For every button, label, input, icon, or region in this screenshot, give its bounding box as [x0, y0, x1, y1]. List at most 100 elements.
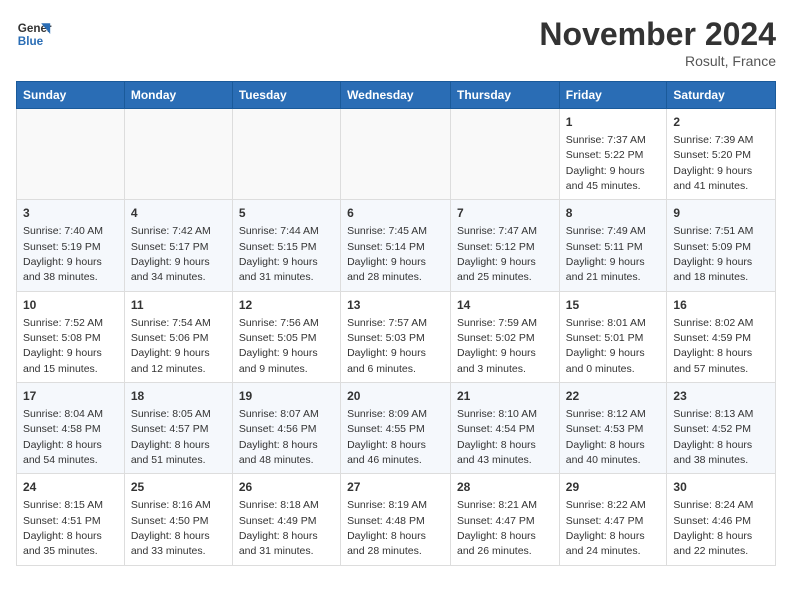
day-number: 27	[347, 479, 444, 496]
day-number: 5	[239, 205, 334, 222]
day-cell: 9 Sunrise: 7:51 AMSunset: 5:09 PMDaylight…	[667, 200, 776, 291]
day-detail: Sunrise: 7:39 AMSunset: 5:20 PMDaylight:…	[673, 134, 753, 192]
day-detail: Sunrise: 7:40 AMSunset: 5:19 PMDaylight:…	[23, 225, 103, 283]
day-cell: 18 Sunrise: 8:05 AMSunset: 4:57 PMDayligh…	[124, 383, 232, 474]
day-cell: 2 Sunrise: 7:39 AMSunset: 5:20 PMDaylight…	[667, 109, 776, 200]
day-cell: 28 Sunrise: 8:21 AMSunset: 4:47 PMDayligh…	[451, 474, 560, 565]
day-detail: Sunrise: 8:13 AMSunset: 4:52 PMDaylight:…	[673, 408, 753, 466]
day-cell: 23 Sunrise: 8:13 AMSunset: 4:52 PMDayligh…	[667, 383, 776, 474]
day-detail: Sunrise: 7:47 AMSunset: 5:12 PMDaylight:…	[457, 225, 537, 283]
day-detail: Sunrise: 7:45 AMSunset: 5:14 PMDaylight:…	[347, 225, 427, 283]
day-detail: Sunrise: 7:44 AMSunset: 5:15 PMDaylight:…	[239, 225, 319, 283]
day-number: 20	[347, 388, 444, 405]
day-number: 12	[239, 297, 334, 314]
day-number: 4	[131, 205, 226, 222]
day-cell: 15 Sunrise: 8:01 AMSunset: 5:01 PMDayligh…	[559, 291, 667, 382]
day-cell: 12 Sunrise: 7:56 AMSunset: 5:05 PMDayligh…	[232, 291, 340, 382]
day-number: 2	[673, 114, 769, 131]
day-cell: 21 Sunrise: 8:10 AMSunset: 4:54 PMDayligh…	[451, 383, 560, 474]
day-number: 26	[239, 479, 334, 496]
day-detail: Sunrise: 7:52 AMSunset: 5:08 PMDaylight:…	[23, 317, 103, 375]
day-number: 9	[673, 205, 769, 222]
day-number: 23	[673, 388, 769, 405]
day-number: 17	[23, 388, 118, 405]
day-cell: 5 Sunrise: 7:44 AMSunset: 5:15 PMDaylight…	[232, 200, 340, 291]
day-detail: Sunrise: 8:18 AMSunset: 4:49 PMDaylight:…	[239, 499, 319, 557]
title-section: November 2024 Rosult, France	[539, 16, 776, 69]
day-cell: 6 Sunrise: 7:45 AMSunset: 5:14 PMDaylight…	[341, 200, 451, 291]
day-detail: Sunrise: 8:04 AMSunset: 4:58 PMDaylight:…	[23, 408, 103, 466]
day-number: 18	[131, 388, 226, 405]
header-row: SundayMondayTuesdayWednesdayThursdayFrid…	[17, 82, 776, 109]
col-header-monday: Monday	[124, 82, 232, 109]
month-title: November 2024	[539, 16, 776, 53]
col-header-sunday: Sunday	[17, 82, 125, 109]
day-detail: Sunrise: 8:22 AMSunset: 4:47 PMDaylight:…	[566, 499, 646, 557]
logo: General Blue	[16, 16, 52, 52]
day-number: 10	[23, 297, 118, 314]
day-cell: 20Sunrise: 8:09 AMSunset: 4:55 PMDayligh…	[341, 383, 451, 474]
col-header-wednesday: Wednesday	[341, 82, 451, 109]
day-number: 6	[347, 205, 444, 222]
day-detail: Sunrise: 8:05 AMSunset: 4:57 PMDaylight:…	[131, 408, 211, 466]
day-cell	[17, 109, 125, 200]
day-number: 28	[457, 479, 553, 496]
day-detail: Sunrise: 8:07 AMSunset: 4:56 PMDaylight:…	[239, 408, 319, 466]
svg-text:Blue: Blue	[18, 35, 44, 48]
day-detail: Sunrise: 8:15 AMSunset: 4:51 PMDaylight:…	[23, 499, 103, 557]
day-cell: 30 Sunrise: 8:24 AMSunset: 4:46 PMDayligh…	[667, 474, 776, 565]
day-cell: 4Sunrise: 7:42 AMSunset: 5:17 PMDaylight…	[124, 200, 232, 291]
day-cell: 1 Sunrise: 7:37 AMSunset: 5:22 PMDaylight…	[559, 109, 667, 200]
day-detail: Sunrise: 8:16 AMSunset: 4:50 PMDaylight:…	[131, 499, 211, 557]
col-header-thursday: Thursday	[451, 82, 560, 109]
day-number: 15	[566, 297, 661, 314]
day-detail: Sunrise: 7:54 AMSunset: 5:06 PMDaylight:…	[131, 317, 211, 375]
day-number: 7	[457, 205, 553, 222]
day-number: 30	[673, 479, 769, 496]
day-detail: Sunrise: 7:56 AMSunset: 5:05 PMDaylight:…	[239, 317, 319, 375]
week-row-3: 10 Sunrise: 7:52 AMSunset: 5:08 PMDayligh…	[17, 291, 776, 382]
day-cell	[232, 109, 340, 200]
day-detail: Sunrise: 7:37 AMSunset: 5:22 PMDaylight:…	[566, 134, 646, 192]
day-detail: Sunrise: 8:02 AMSunset: 4:59 PMDaylight:…	[673, 317, 753, 375]
day-detail: Sunrise: 8:12 AMSunset: 4:53 PMDaylight:…	[566, 408, 646, 466]
calendar-table: SundayMondayTuesdayWednesdayThursdayFrid…	[16, 81, 776, 566]
day-detail: Sunrise: 8:21 AMSunset: 4:47 PMDaylight:…	[457, 499, 537, 557]
day-detail: Sunrise: 8:19 AMSunset: 4:48 PMDaylight:…	[347, 499, 427, 557]
day-detail: Sunrise: 7:59 AMSunset: 5:02 PMDaylight:…	[457, 317, 537, 375]
day-number: 24	[23, 479, 118, 496]
day-cell: 27 Sunrise: 8:19 AMSunset: 4:48 PMDayligh…	[341, 474, 451, 565]
day-detail: Sunrise: 8:24 AMSunset: 4:46 PMDaylight:…	[673, 499, 753, 557]
day-number: 16	[673, 297, 769, 314]
day-cell: 29 Sunrise: 8:22 AMSunset: 4:47 PMDayligh…	[559, 474, 667, 565]
day-cell: 7 Sunrise: 7:47 AMSunset: 5:12 PMDaylight…	[451, 200, 560, 291]
week-row-1: 1 Sunrise: 7:37 AMSunset: 5:22 PMDaylight…	[17, 109, 776, 200]
logo-icon: General Blue	[16, 16, 52, 52]
col-header-tuesday: Tuesday	[232, 82, 340, 109]
day-number: 25	[131, 479, 226, 496]
day-detail: Sunrise: 8:10 AMSunset: 4:54 PMDaylight:…	[457, 408, 537, 466]
day-detail: Sunrise: 7:51 AMSunset: 5:09 PMDaylight:…	[673, 225, 753, 283]
day-cell: 10 Sunrise: 7:52 AMSunset: 5:08 PMDayligh…	[17, 291, 125, 382]
day-number: 29	[566, 479, 661, 496]
day-number: 8	[566, 205, 661, 222]
day-number: 3	[23, 205, 118, 222]
day-cell: 22Sunrise: 8:12 AMSunset: 4:53 PMDayligh…	[559, 383, 667, 474]
day-cell: 8 Sunrise: 7:49 AMSunset: 5:11 PMDaylight…	[559, 200, 667, 291]
day-number: 13	[347, 297, 444, 314]
day-number: 21	[457, 388, 553, 405]
day-detail: Sunrise: 8:01 AMSunset: 5:01 PMDaylight:…	[566, 317, 646, 375]
day-detail: Sunrise: 7:57 AMSunset: 5:03 PMDaylight:…	[347, 317, 427, 375]
day-detail: Sunrise: 7:49 AMSunset: 5:11 PMDaylight:…	[566, 225, 646, 283]
day-cell: 17 Sunrise: 8:04 AMSunset: 4:58 PMDayligh…	[17, 383, 125, 474]
day-cell: 14Sunrise: 7:59 AMSunset: 5:02 PMDayligh…	[451, 291, 560, 382]
col-header-saturday: Saturday	[667, 82, 776, 109]
day-number: 19	[239, 388, 334, 405]
day-cell: 26 Sunrise: 8:18 AMSunset: 4:49 PMDayligh…	[232, 474, 340, 565]
day-cell: 25 Sunrise: 8:16 AMSunset: 4:50 PMDayligh…	[124, 474, 232, 565]
col-header-friday: Friday	[559, 82, 667, 109]
day-number: 1	[566, 114, 661, 131]
week-row-2: 3 Sunrise: 7:40 AMSunset: 5:19 PMDaylight…	[17, 200, 776, 291]
day-number: 11	[131, 297, 226, 314]
header: General Blue November 2024 Rosult, Franc…	[16, 16, 776, 69]
